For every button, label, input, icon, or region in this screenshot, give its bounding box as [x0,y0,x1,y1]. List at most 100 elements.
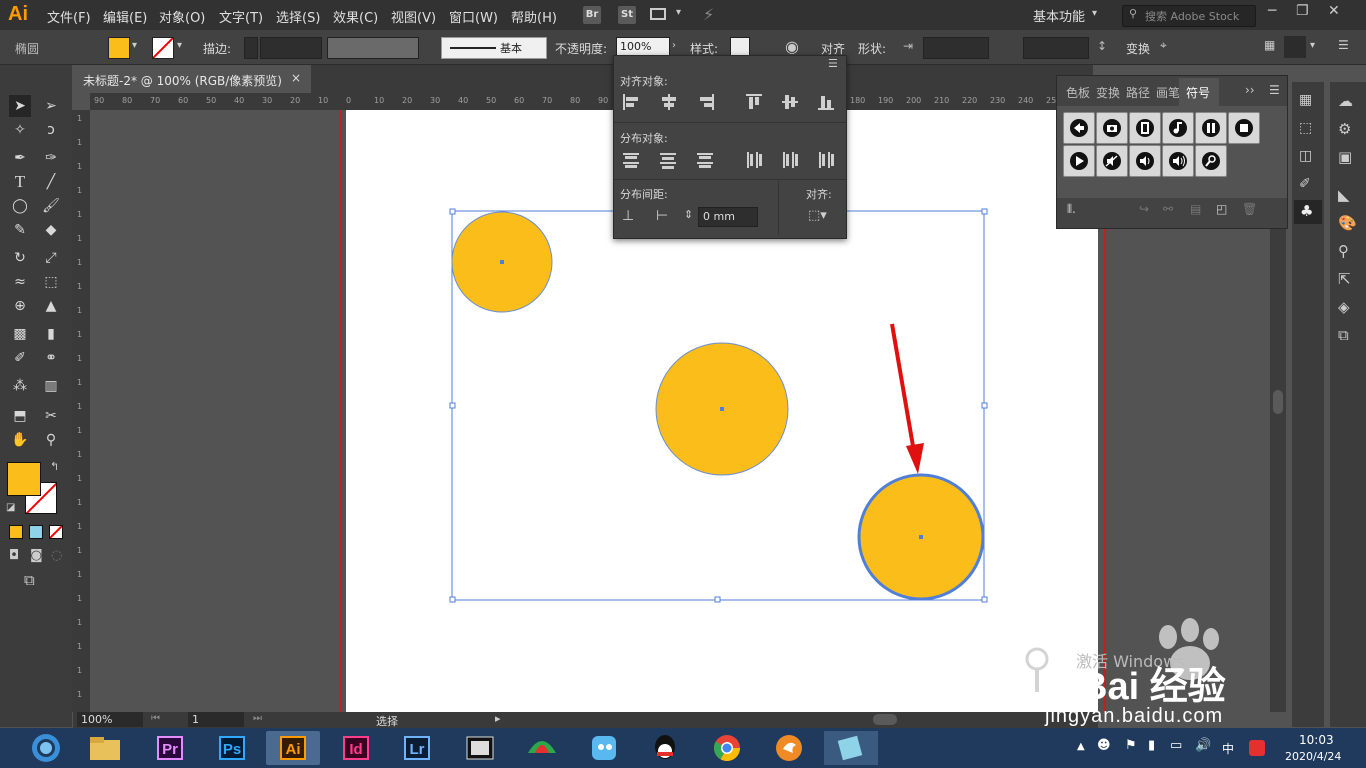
taskbar-lightroom[interactable]: Lr [397,731,437,765]
center-point [720,407,724,411]
distribute-hcenter-icon [783,152,785,168]
libraries-icon[interactable]: ☁ [1338,92,1353,110]
symbol-libraries-icon[interactable]: ⫴. [1067,202,1076,217]
symbol-stop-icon[interactable] [1228,112,1260,144]
distribute-top-icon [623,153,639,155]
bbox-handle [714,596,721,603]
panel-menu-icon[interactable]: ☰ [828,57,838,70]
symbol-options-icon[interactable]: ▤ [1190,202,1201,216]
zoom-value: 100% [81,713,113,726]
panel-menu-icon[interactable]: ☰ [1269,83,1280,97]
taskbar-premiere[interactable]: Pr [150,731,190,765]
status-bar: 100% ⏮ 1 ⏭ 选择 ▸ [73,712,1098,728]
vertical-scrollbar-thumb[interactable] [1273,390,1283,414]
qq-tray-icon[interactable]: ☻ [1097,738,1111,753]
status-menu-icon[interactable]: ▸ [495,712,501,725]
symbol-music-note-icon[interactable] [1162,112,1194,144]
player-app-icon[interactable] [769,731,809,765]
ime-indicator[interactable]: 中 [1222,740,1234,757]
tab-transform[interactable]: 变换 [1096,84,1120,101]
video-app-icon[interactable] [460,731,500,765]
symbol-pause-icon[interactable] [1195,112,1227,144]
taskbar-indesign[interactable]: Id [336,731,376,765]
layers-icon[interactable]: ◈ [1338,298,1350,316]
watermark-brand: Bai 经验 [1080,666,1226,708]
chat-app-icon[interactable] [584,731,624,765]
properties-icon[interactable]: ⚙ [1338,120,1351,138]
links-icon[interactable]: ⚲ [1338,242,1349,260]
tab-symbols: 符号 [1186,86,1211,100]
brushes-icon[interactable]: ✐ [1299,176,1311,192]
show-hidden-icons-icon[interactable]: ▲ [1077,741,1085,752]
umbrella-app-icon[interactable] [522,731,562,765]
distribute-right-icon [819,152,821,168]
symbol-film-icon[interactable] [1129,112,1161,144]
premiere-icon: Pr [157,736,183,760]
zoom-select[interactable]: 100% [77,712,143,727]
collapse-panel-icon[interactable]: ›› [1245,83,1255,97]
horizontal-distribute-space-icon[interactable]: ⊢ [656,208,668,224]
align-panel: ☰ 对齐对象: 分布对象: 分布间距: 对齐: ⊥ ⊢ ⇕ 0 mm ⬚▾ [613,55,847,239]
battery-tray-icon[interactable]: ▮ [1148,738,1155,753]
symbol-volume-low-icon[interactable] [1129,145,1161,177]
taskbar-illustrator-active[interactable]: Ai [266,731,320,765]
place-symbol-icon[interactable]: ↪ [1139,202,1149,216]
horizontal-scrollbar-thumb[interactable] [873,714,897,725]
symbols-dock-button[interactable]: ♣ [1294,200,1322,224]
center-point [919,535,923,539]
bbox-handle [981,596,988,603]
transform-icon[interactable]: ⬚ [1299,120,1312,136]
align-bottom-icon [818,108,834,110]
pathfinder-icon[interactable]: ◫ [1299,148,1312,164]
spacing-input[interactable]: 0 mm [698,207,758,227]
color-guide-icon[interactable]: ▦ [1299,92,1312,108]
current-tool-label: 选择 [376,715,398,728]
clock-time[interactable]: 10:03 [1299,733,1334,747]
symbol-camera-icon[interactable] [1096,112,1128,144]
panel-dock-2: ☁ ⚙ ▣ ◣ 🎨 ⚲ ⇱ ◈ ⧉ [1330,82,1366,727]
flag-tray-icon[interactable]: ⚑ [1125,738,1137,753]
align-objects-buttons[interactable] [614,91,846,117]
spacing-stepper[interactable]: ⇕ [684,208,693,221]
distribute-objects-heading: 分布对象: [620,132,668,145]
tab-pathfinder[interactable]: 路径 [1126,84,1150,101]
asset-export-icon[interactable]: ⧉ [1338,326,1349,344]
annotation-arrow-head [906,443,924,474]
new-symbol-icon[interactable]: ◰ [1216,202,1227,216]
align-objects-heading: 对齐对象: [620,75,668,88]
notepad-app-icon[interactable] [824,731,878,765]
watermark-url: jingyan.baidu.com [1045,705,1224,727]
export-icon[interactable]: ⇱ [1338,270,1351,288]
align-to-selection-icon[interactable]: ⬚▾ [808,208,827,223]
file-explorer-icon[interactable] [84,731,126,765]
tab-symbols-active[interactable]: 符号 [1179,78,1219,106]
tab-swatches[interactable]: 色板 [1066,84,1090,101]
taskbar-photoshop[interactable]: Ps [212,731,252,765]
symbol-volume-high-icon[interactable] [1162,145,1194,177]
tab-brushes[interactable]: 画笔 [1156,84,1180,101]
break-link-icon[interactable]: ⚯ [1163,202,1173,216]
artboards-icon[interactable]: ▣ [1338,148,1352,166]
symbol-mute-icon[interactable] [1096,145,1128,177]
first-artboard-icon[interactable]: ⏮ [151,713,160,724]
symbol-play-icon[interactable] [1063,145,1095,177]
delete-symbol-icon[interactable]: 🗑 [1242,202,1257,216]
align-left-icon [623,94,625,110]
distribute-vcenter-icon [660,153,676,155]
volume-tray-icon[interactable]: 🔊 [1195,738,1211,753]
network-tray-icon[interactable]: ▭ [1170,738,1182,753]
symbol-arrow-left-icon[interactable] [1063,112,1095,144]
color-icon[interactable]: 🎨 [1338,214,1357,232]
artboard-number-select[interactable]: 1 [188,712,244,727]
last-artboard-icon[interactable]: ⏭ [253,713,262,724]
symbol-magnifier-icon[interactable] [1195,145,1227,177]
qq-icon[interactable] [645,731,685,765]
clock-date[interactable]: 2020/4/24 [1285,750,1341,763]
vertical-distribute-space-icon[interactable]: ⊥ [622,208,634,224]
chrome-icon[interactable] [707,731,747,765]
start-button[interactable] [26,731,66,765]
sogou-tray-icon[interactable] [1249,740,1265,756]
indesign-icon: Id [343,736,369,760]
distribute-objects-buttons[interactable] [614,148,846,174]
gradient-icon[interactable]: ◣ [1338,186,1350,204]
